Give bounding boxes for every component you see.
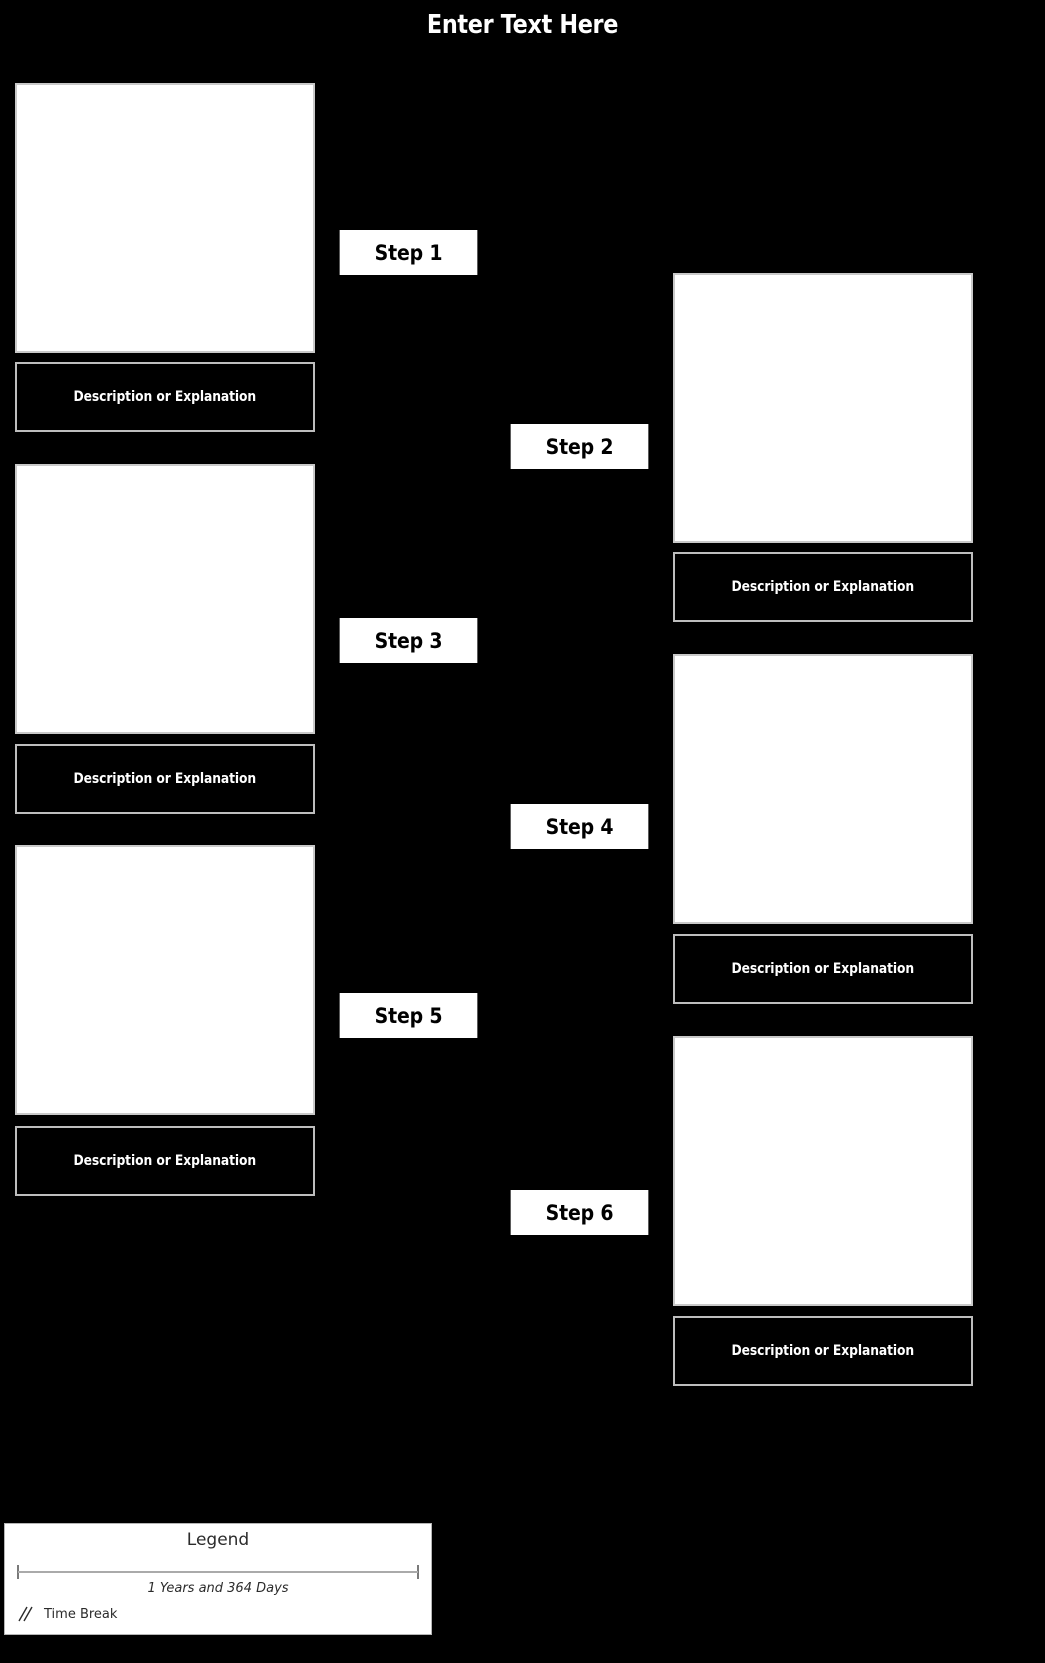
image-placeholder-step-3[interactable] — [15, 464, 315, 734]
image-placeholder-step-1[interactable] — [15, 83, 315, 353]
description-box-step-4[interactable]: Description or Explanation — [673, 934, 973, 1004]
image-placeholder-step-4[interactable] — [673, 654, 973, 924]
description-box-step-2[interactable]: Description or Explanation — [673, 552, 973, 622]
scale-bar-caption: 1 Years and 364 Days — [147, 1581, 289, 1596]
description-box-step-1[interactable]: Description or Explanation — [15, 362, 315, 432]
time-break-label: Time Break — [44, 1606, 118, 1622]
time-break-icon — [18, 1606, 33, 1622]
image-placeholder-step-5[interactable] — [15, 845, 315, 1115]
image-placeholder-step-6[interactable] — [673, 1036, 973, 1306]
step-label-3[interactable]: Step 3 — [339, 618, 478, 663]
diagram-canvas: Enter Text Here Step 1 Description or Ex… — [0, 0, 1045, 1663]
image-placeholder-step-2[interactable] — [673, 273, 973, 543]
step-label-5-text: Step 5 — [374, 1003, 443, 1028]
description-box-step-4-text: Description or Explanation — [731, 961, 915, 977]
scale-bar-icon — [17, 1565, 419, 1579]
step-label-3-text: Step 3 — [374, 628, 443, 653]
step-label-4[interactable]: Step 4 — [510, 804, 649, 849]
description-box-step-6-text: Description or Explanation — [731, 1343, 915, 1359]
legend-item-time-break: Time Break — [15, 1606, 117, 1622]
legend-title: Legend — [186, 1530, 250, 1550]
description-box-step-5[interactable]: Description or Explanation — [15, 1126, 315, 1196]
page-title: Enter Text Here — [426, 10, 619, 40]
step-label-1[interactable]: Step 1 — [339, 230, 478, 275]
step-label-4-text: Step 4 — [545, 814, 614, 839]
description-box-step-3[interactable]: Description or Explanation — [15, 744, 315, 814]
step-label-6-text: Step 6 — [545, 1200, 614, 1225]
description-box-step-5-text: Description or Explanation — [73, 1153, 257, 1169]
description-box-step-6[interactable]: Description or Explanation — [673, 1316, 973, 1386]
step-label-2-text: Step 2 — [545, 434, 614, 459]
description-box-step-1-text: Description or Explanation — [73, 389, 257, 405]
step-label-2[interactable]: Step 2 — [510, 424, 649, 469]
description-box-step-3-text: Description or Explanation — [73, 771, 257, 787]
description-box-step-2-text: Description or Explanation — [731, 579, 915, 595]
step-label-6[interactable]: Step 6 — [510, 1190, 649, 1235]
step-label-1-text: Step 1 — [374, 240, 443, 265]
legend-panel: Legend 1 Years and 364 Days Time Break — [4, 1523, 432, 1635]
step-label-5[interactable]: Step 5 — [339, 993, 478, 1038]
